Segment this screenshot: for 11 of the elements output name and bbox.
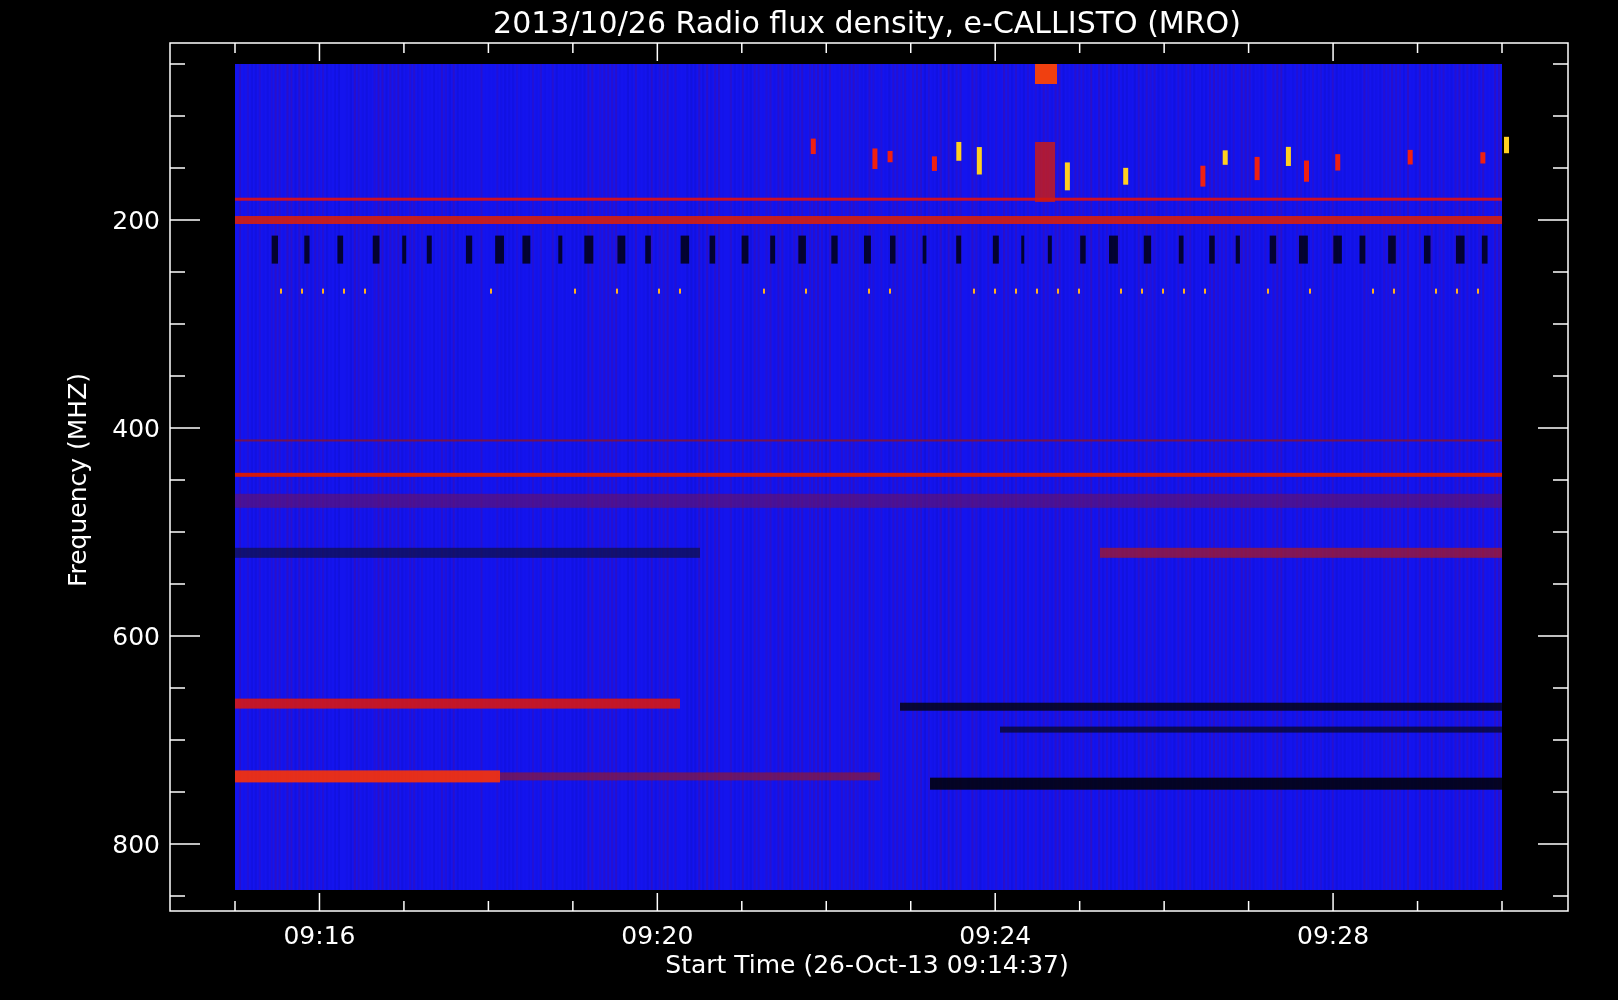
axis-tick-label: 09:24 [959,921,1032,950]
axis-tick-label: 200 [112,206,160,235]
axis-tick-label: 400 [112,414,160,443]
axis-tick-label: 09:16 [283,921,356,950]
chart-title: 2013/10/26 Radio flux density, e-CALLISTO (MRO) [493,5,1241,40]
axis-title: Frequency (MHZ) [63,372,92,588]
axis-tick-label: 09:28 [1297,921,1370,950]
axis-tick-label: 600 [112,622,160,651]
axis-title: Start Time (26-Oct-13 09:14:37) [665,950,1069,979]
axis-tick-label: 09:20 [621,921,694,950]
axis-tick-label: 800 [112,830,160,859]
